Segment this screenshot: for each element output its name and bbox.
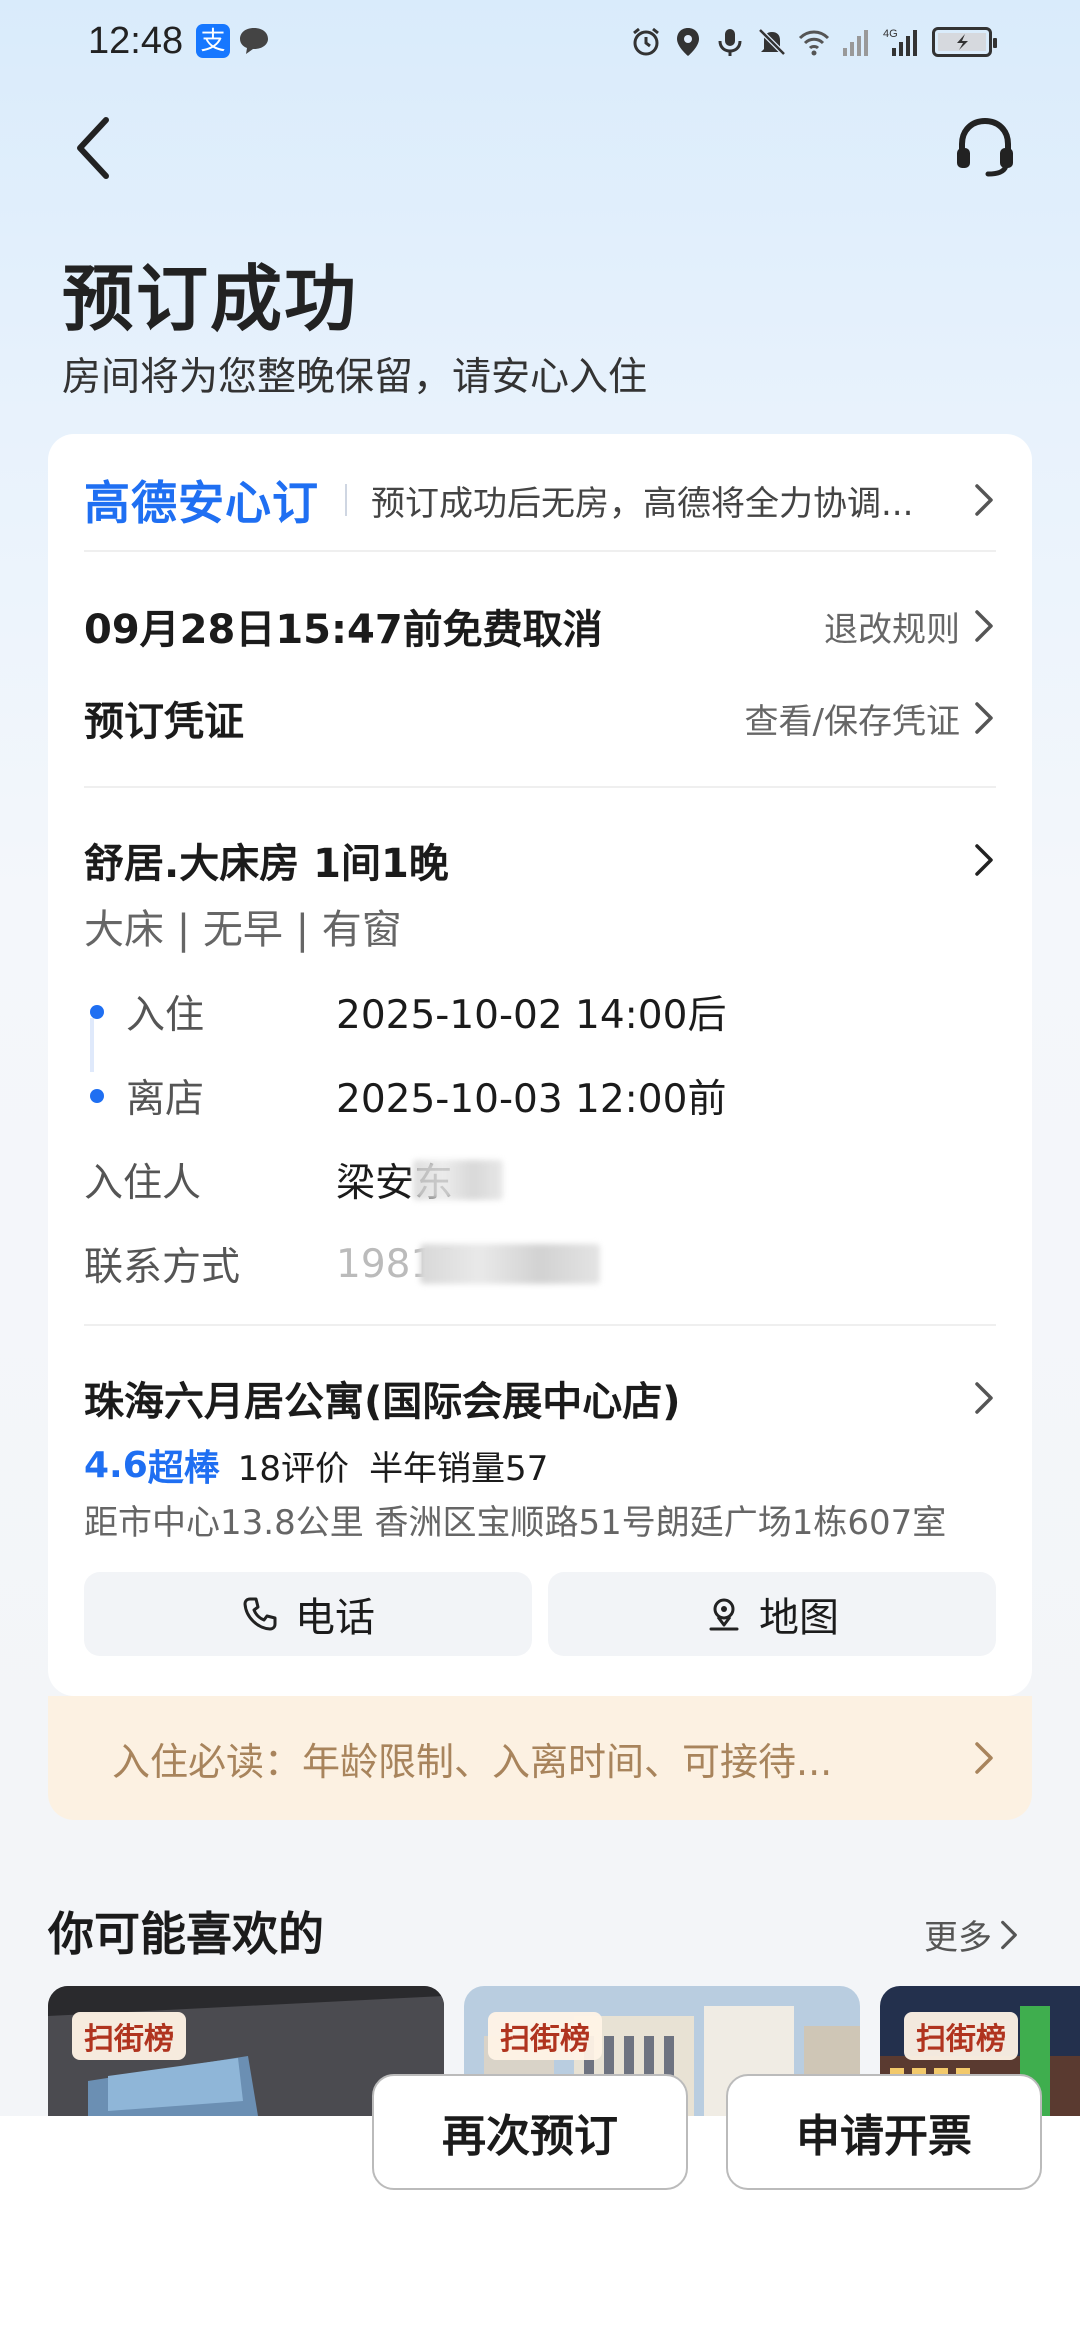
chevron-right-icon (975, 702, 993, 734)
refund-rules-link[interactable]: 退改规则 (824, 602, 996, 651)
map-button-label: 地图 (759, 1595, 839, 1641)
rank-badge: 扫街榜 (488, 2012, 602, 2060)
chevron-right-icon (1001, 1920, 1017, 1949)
rebook-button[interactable]: 再次预订 (372, 2074, 688, 2190)
chat-icon (240, 28, 268, 54)
location-icon (677, 28, 699, 56)
4g-signal-icon: 4G (883, 28, 917, 56)
divider (84, 786, 996, 788)
status-time: 12:48 (88, 20, 184, 62)
phone-button-label: 电话 (295, 1595, 375, 1641)
rank-badge: 扫街榜 (904, 2012, 1018, 2060)
redaction-blur (420, 1244, 601, 1284)
redaction-blur (413, 1160, 504, 1200)
rank-badge: 扫街榜 (72, 2012, 186, 2060)
battery-icon (932, 27, 997, 57)
chevron-right-icon (975, 610, 993, 642)
hotel-address: 距市中心13.8公里 香洲区宝顺路51号朗廷广场1栋607室 (84, 1502, 947, 1543)
guarantee-brand: 高德安心订 (84, 476, 319, 530)
status-icons: 4G (630, 22, 997, 62)
rating-score: 4.6 (84, 1444, 148, 1486)
guest-row: 入住人 梁安东 (84, 1150, 996, 1210)
room-title-row[interactable]: 舒居.大床房 1间1晚 (84, 830, 996, 890)
room-tags: 大床 | 无早 | 有窗 (84, 907, 402, 953)
check-out-label: 离店 (126, 1077, 205, 1122)
view-voucher-link[interactable]: 查看/保存凭证 (745, 694, 996, 743)
order-card: 高德安心订 预订成功后无房，高德将全力协调... 09月28日15:47前免费取… (48, 434, 1032, 1696)
guarantee-row[interactable]: 高德安心订 预订成功后无房，高德将全力协调... (84, 466, 996, 534)
customer-service-headset-icon[interactable] (950, 112, 1020, 182)
hotel-rating-row: 4.6 超棒 18评价 半年销量57 (84, 1438, 996, 1492)
map-button[interactable]: 地图 (548, 1572, 996, 1656)
invoice-button[interactable]: 申请开票 (726, 2074, 1042, 2190)
map-pin-icon (709, 1598, 739, 1631)
rating-word: 超棒 (147, 1448, 220, 1489)
phone-icon (243, 1597, 277, 1631)
mute-icon (758, 28, 786, 56)
phone-button[interactable]: 电话 (84, 1572, 532, 1656)
hotel-address-row: 距市中心13.8公里 香洲区宝顺路51号朗廷广场1栋607室 (84, 1492, 996, 1546)
view-voucher-label: 查看/保存凭证 (744, 701, 960, 742)
contact-label: 联系方式 (84, 1245, 241, 1290)
alipay-icon: 支 (196, 24, 230, 58)
free-cancel-text: 09月28日15:47前免费取消 (84, 607, 603, 653)
guarantee-description: 预订成功后无房，高德将全力协调... (371, 483, 914, 524)
more-label: 更多 (924, 1918, 992, 1958)
back-button[interactable] (66, 112, 118, 184)
timeline-dot (90, 1005, 104, 1019)
guest-label: 入住人 (84, 1161, 202, 1206)
sales-count: 半年销量57 (369, 1448, 549, 1489)
timeline-dot (90, 1089, 104, 1103)
voucher-label: 预订凭证 (84, 699, 244, 745)
check-in-notice[interactable]: 入住必读：年龄限制、入离时间、可接待... (48, 1696, 1032, 1820)
contact-row: 联系方式 19812 (84, 1234, 996, 1294)
check-in-row: 入住 2025-10-02 14:00后 (84, 982, 996, 1042)
chevron-right-icon (975, 484, 993, 516)
alarm-icon (633, 27, 659, 56)
mic-icon (718, 29, 742, 56)
signal-icon (843, 30, 868, 56)
check-out-row: 离店 2025-10-03 12:00前 (84, 1066, 996, 1126)
check-out-value: 2025-10-03 12:00前 (336, 1077, 727, 1122)
hotel-name: 珠海六月居公寓(国际会展中心店) (84, 1379, 681, 1425)
notice-text: 入住必读：年龄限制、入离时间、可接待... (112, 1739, 833, 1784)
chevron-right-icon (975, 1382, 993, 1414)
check-in-label: 入住 (126, 993, 205, 1038)
check-in-value: 2025-10-02 14:00后 (336, 993, 727, 1038)
room-tags-row: 大床 | 无早 | 有窗 (84, 896, 996, 956)
refund-rules-label: 退改规则 (824, 609, 960, 650)
divider (345, 484, 347, 516)
recommend-title: 你可能喜欢的 (48, 1907, 324, 1961)
divider (84, 1324, 996, 1326)
review-count: 18评价 (237, 1448, 350, 1489)
page-subtitle: 房间将为您整晚保留，请安心入住 (62, 355, 648, 400)
chevron-right-icon (975, 1742, 993, 1774)
chevron-right-icon (975, 844, 993, 876)
page-title: 预订成功 (62, 257, 359, 341)
voucher-row: 预订凭证 查看/保存凭证 (84, 688, 996, 748)
room-title: 舒居.大床房 1间1晚 (84, 841, 449, 887)
wifi-icon (798, 30, 830, 56)
cancellation-row: 09月28日15:47前免费取消 退改规则 (84, 596, 996, 656)
more-link[interactable]: 更多 (924, 1910, 1020, 1959)
hotel-name-row[interactable]: 珠海六月居公寓(国际会展中心店) (84, 1368, 996, 1428)
svg-text:4G: 4G (883, 28, 898, 40)
divider (84, 550, 996, 552)
